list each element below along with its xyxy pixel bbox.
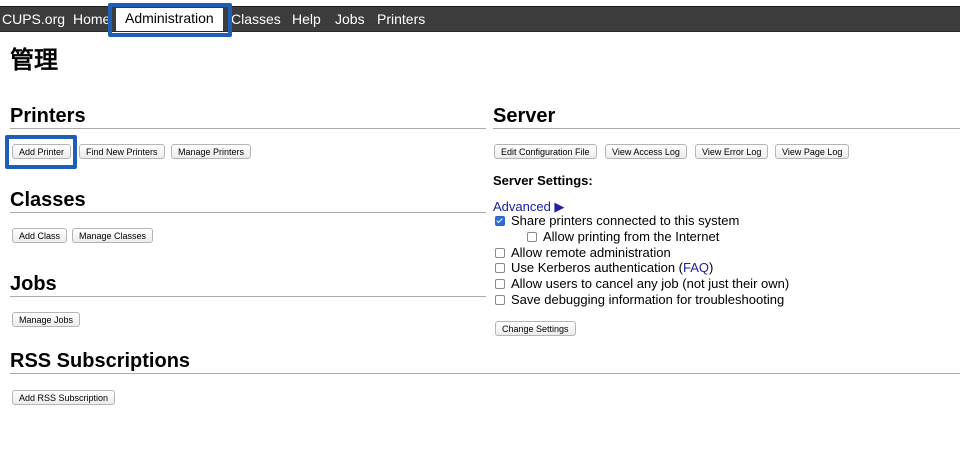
allow-printing-internet-label: Allow printing from the Internet [543,229,720,244]
page-title: 管理 [10,46,58,74]
nav-cups-org-link[interactable]: CUPS.org [2,7,65,31]
find-new-printers-button[interactable]: Find New Printers [79,144,165,159]
save-debugging-checkbox[interactable] [495,295,505,305]
nav-printers-link[interactable]: Printers [377,7,425,31]
option-allow-remote-admin: Allow remote administration [495,245,671,261]
view-error-log-button[interactable]: View Error Log [695,144,769,159]
manage-jobs-button[interactable]: Manage Jobs [12,312,81,327]
option-save-debugging: Save debugging information for troublesh… [495,292,784,308]
share-printers-label: Share printers connected to this system [511,213,740,228]
server-heading: Server [493,104,960,129]
kerberos-auth-label-after: ) [709,260,714,275]
manage-printers-button[interactable]: Manage Printers [171,144,252,159]
top-nav-bar: CUPS.org Home Administration Classes Hel… [0,6,960,32]
classes-heading: Classes [10,188,486,213]
option-kerberos-auth: Use Kerberos authentication (FAQ) [495,260,713,276]
cancel-any-job-checkbox[interactable] [495,279,505,289]
option-cancel-any-job: Allow users to cancel any job (not just … [495,276,789,292]
nav-home-link[interactable]: Home [73,7,110,31]
allow-remote-admin-label: Allow remote administration [511,245,671,260]
view-page-log-button[interactable]: View Page Log [775,144,850,159]
printers-heading: Printers [10,104,486,129]
kerberos-auth-checkbox[interactable] [495,263,505,273]
kerberos-faq-link[interactable]: FAQ [683,260,709,276]
edit-configuration-file-button[interactable]: Edit Configuration File [494,144,597,159]
rss-subscriptions-heading: RSS Subscriptions [10,349,960,374]
share-printers-checkbox[interactable] [495,216,505,226]
manage-classes-button[interactable]: Manage Classes [72,228,154,243]
option-share-printers: Share printers connected to this system [495,213,739,229]
allow-printing-internet-checkbox[interactable] [527,232,537,242]
kerberos-auth-label-before: Use Kerberos authentication ( [511,260,683,275]
jobs-heading: Jobs [10,272,486,297]
save-debugging-label: Save debugging information for troublesh… [511,292,785,307]
nav-help-link[interactable]: Help [292,7,321,31]
cancel-any-job-label: Allow users to cancel any job (not just … [511,276,790,291]
view-access-log-button[interactable]: View Access Log [605,144,687,159]
add-printer-button[interactable]: Add Printer [12,144,72,159]
add-class-button[interactable]: Add Class [12,228,68,243]
option-allow-printing-internet: Allow printing from the Internet [527,229,719,245]
nav-jobs-link[interactable]: Jobs [335,7,365,31]
allow-remote-admin-checkbox[interactable] [495,248,505,258]
server-settings-label: Server Settings: [493,173,593,188]
nav-classes-link[interactable]: Classes [231,7,281,31]
add-rss-subscription-button[interactable]: Add RSS Subscription [12,390,116,405]
nav-administration-tab[interactable]: Administration [116,8,223,31]
change-settings-button[interactable]: Change Settings [495,321,576,336]
